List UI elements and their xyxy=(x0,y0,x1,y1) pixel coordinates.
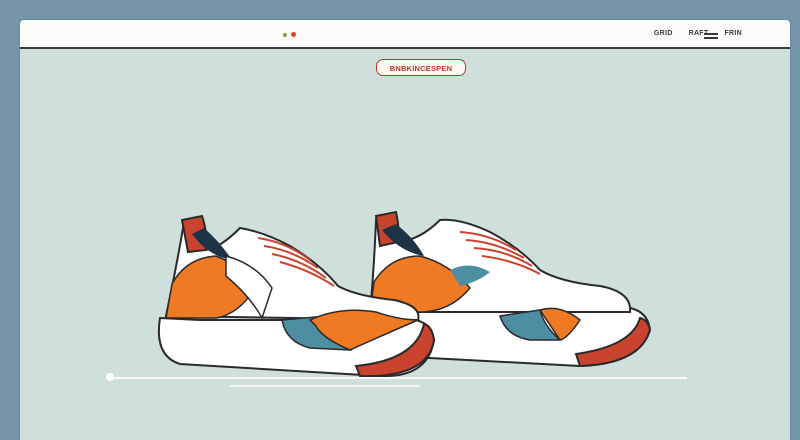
slider-handle[interactable] xyxy=(106,373,114,381)
progress-track-secondary xyxy=(230,385,420,387)
hamburger-icon[interactable] xyxy=(704,33,718,39)
browser-window: GRID RAFT FRIN BNBKINCESPEN xyxy=(20,20,790,440)
progress-track xyxy=(110,377,687,379)
